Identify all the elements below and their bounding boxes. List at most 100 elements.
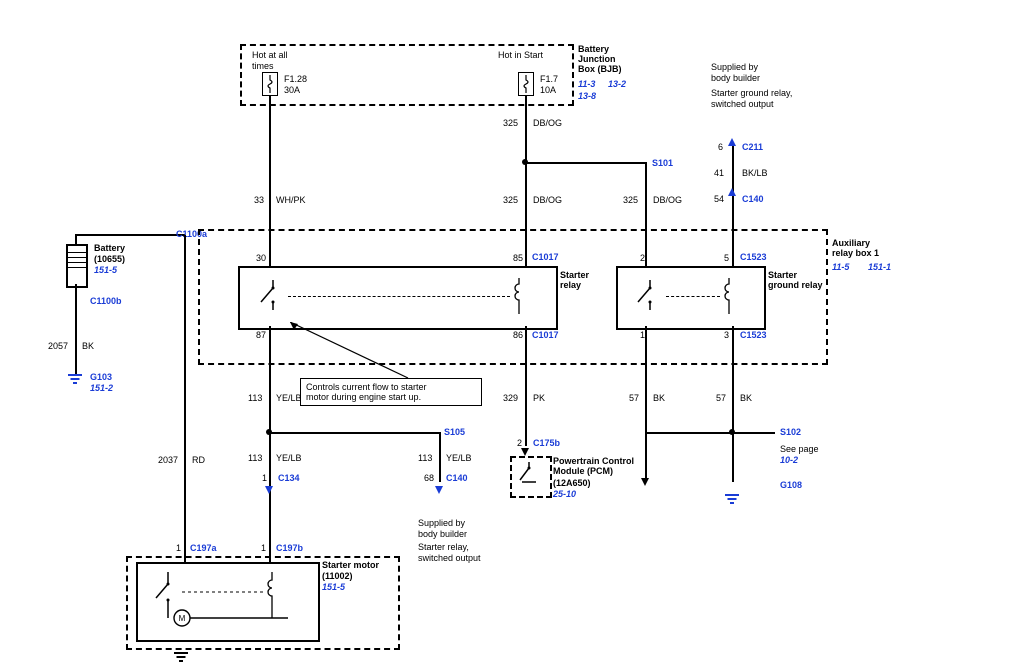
srelay-86: 86 — [513, 330, 523, 340]
w113-down-a — [269, 326, 271, 544]
rd-down — [184, 235, 186, 544]
aux-title: Auxiliary relay box 1 — [832, 238, 879, 258]
bjb-ref1: 11-3 — [578, 79, 595, 89]
pcm-ref: 25-10 — [553, 489, 576, 499]
c197a-label: C197a — [190, 543, 217, 553]
bjb-ref2: 13-2 — [608, 79, 626, 89]
note-sr-sw: Starter relay, switched output — [418, 542, 481, 564]
c175b-arrow — [521, 448, 529, 456]
splice-dot-s101 — [522, 159, 528, 165]
w57-num-a: 57 — [629, 393, 639, 403]
w33-num: 33 — [254, 195, 264, 205]
g103-label: G103 — [90, 372, 112, 382]
w57-col-b: BK — [740, 393, 752, 403]
battery-symbol — [66, 244, 88, 288]
splice-dot-s105 — [266, 429, 272, 435]
c1017-bot: C1017 — [532, 330, 559, 340]
c1523-top: C1523 — [740, 252, 767, 262]
w113-col-b: YE/LB — [276, 453, 302, 463]
g103-sym — [68, 374, 82, 386]
c140-arrow-b — [435, 486, 443, 494]
w113-num-b: 113 — [248, 453, 262, 463]
c1017-top: C1017 — [532, 252, 559, 262]
svg-text:M: M — [179, 614, 186, 623]
splice-dot-s102 — [729, 429, 735, 435]
w57-down-a — [645, 326, 647, 482]
pcm-contact — [518, 462, 540, 490]
w329-num: 329 — [503, 393, 518, 403]
w1-left: 1 — [262, 473, 267, 483]
stub-85 — [525, 251, 527, 266]
w325-num-a: 325 — [503, 118, 518, 128]
c197a-pin: 1 — [176, 543, 181, 553]
starter-relay-label: Starter relay — [560, 270, 589, 290]
w41c: BK/LB — [742, 168, 768, 178]
w2037-col: RD — [192, 455, 205, 465]
c197b-label: C197b — [276, 543, 303, 553]
battery-bot-wire — [75, 284, 77, 374]
s101-label: S101 — [652, 158, 673, 168]
pcm-label: Powertrain Control Module (PCM) — [553, 456, 634, 476]
bjb-hot-all: Hot at all times — [252, 50, 288, 72]
relay2-dashline — [666, 296, 720, 297]
w54: 54 — [714, 194, 724, 204]
w329-down — [525, 326, 527, 446]
s101-branch — [525, 162, 645, 164]
battery-top-h — [75, 234, 185, 236]
stub-30 — [269, 251, 271, 266]
fuse-f17-label: F1.7 — [540, 74, 558, 84]
relay1-dashline — [288, 296, 510, 297]
battery-label: Battery — [94, 243, 125, 253]
w113-num-c: 113 — [418, 453, 432, 463]
c197b-stub — [269, 544, 271, 562]
c197a-stub — [184, 544, 186, 562]
aux-ref2: 151-1 — [868, 262, 891, 272]
w33-col: WH/PK — [276, 195, 306, 205]
grelay-5: 5 — [724, 253, 729, 263]
c134-label: C134 — [278, 473, 300, 483]
aux-ref1: 11-5 — [832, 262, 849, 272]
srelay-85: 85 — [513, 253, 523, 263]
w325-num-c: 325 — [623, 195, 638, 205]
fuse-f128-amp: 30A — [284, 85, 300, 95]
srelay-87: 87 — [256, 330, 266, 340]
c1100b-label: C1100b — [90, 296, 122, 306]
c211-label: C211 — [742, 142, 763, 152]
fuse-f128 — [262, 72, 278, 96]
ground-relay-label: Starter ground relay — [768, 270, 823, 290]
w325-col-b: DB/OG — [533, 195, 562, 205]
w113-col-a: YE/LB — [276, 393, 302, 403]
seepage: See page — [780, 444, 819, 455]
pcm-part: (12A650) — [553, 478, 591, 488]
c197b-pin: 1 — [261, 543, 266, 553]
relay1-switch — [258, 280, 288, 310]
control-leader — [290, 322, 420, 384]
battery-top-wire — [75, 235, 77, 244]
starter-motor-ref: 151-5 — [322, 582, 345, 592]
w2057-num: 2057 — [48, 341, 68, 351]
fuse-f128-label: F1.28 — [284, 74, 307, 84]
w41: 41 — [714, 168, 724, 178]
g108-label: G108 — [780, 480, 802, 490]
bjb-ref3: 13-8 — [578, 91, 596, 101]
note-sgr: Starter ground relay, switched output — [711, 88, 792, 110]
stub-2 — [645, 251, 647, 266]
s102-label: S102 — [780, 427, 801, 437]
grelay-3: 3 — [724, 330, 729, 340]
bjb-title: Battery Junction Box (BJB) — [578, 44, 622, 74]
starter-motor-part: (11002) — [322, 571, 353, 581]
c140-label-b: C140 — [446, 473, 468, 483]
w2057-col: BK — [82, 341, 94, 351]
w113-col-c: YE/LB — [446, 453, 472, 463]
s105-branch-down — [439, 432, 441, 482]
sm-ground — [174, 652, 188, 664]
w68: 68 — [424, 473, 434, 483]
c175b-label: C175b — [533, 438, 560, 448]
relay2-coil — [722, 278, 736, 316]
wire-f17-down — [525, 96, 527, 251]
bjb-hot-start: Hot in Start — [498, 50, 543, 61]
g108-sym — [725, 494, 739, 506]
fuse-f17 — [518, 72, 534, 96]
w57-num-b: 57 — [716, 393, 726, 403]
w325-col-c: DB/OG — [653, 195, 682, 205]
